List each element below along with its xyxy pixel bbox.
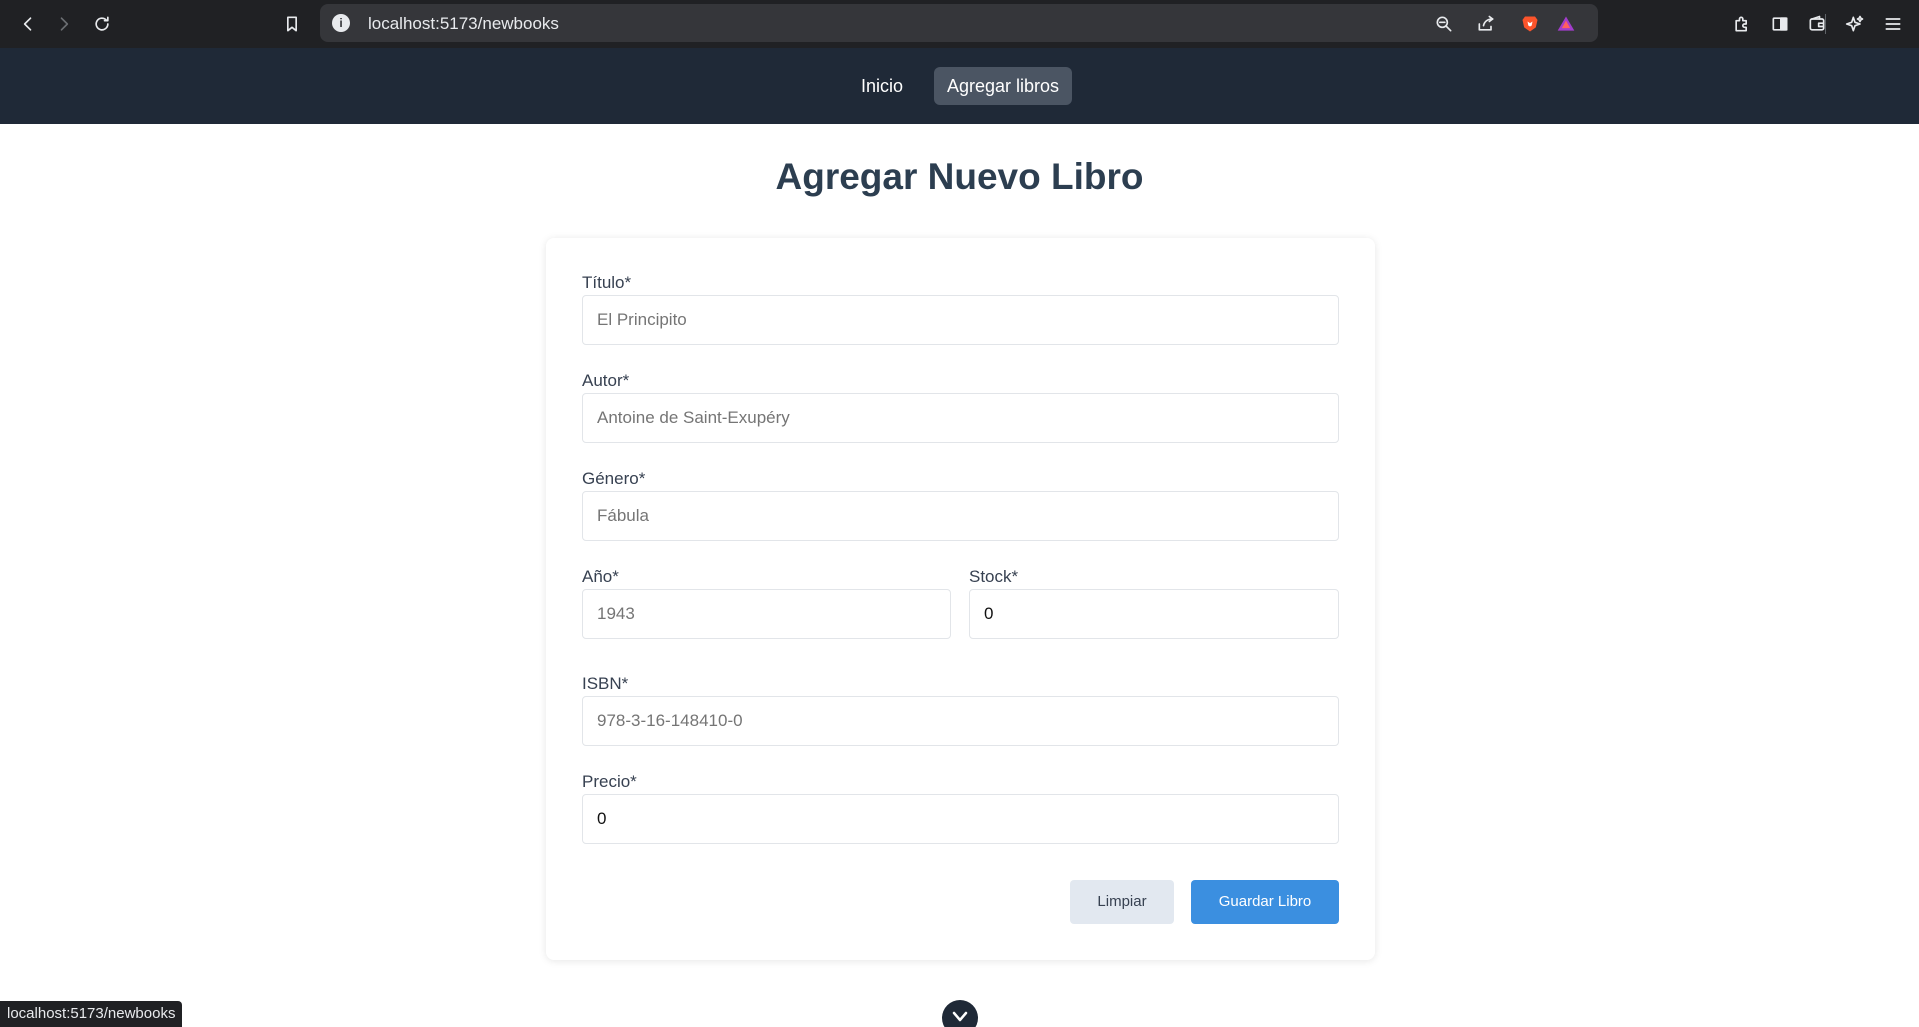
nav-link-agregar-libros[interactable]: Agregar libros	[934, 67, 1073, 105]
clear-button[interactable]: Limpiar	[1070, 880, 1174, 924]
autor-input[interactable]: Antoine de Saint-Exupéry	[582, 393, 1339, 443]
stock-input[interactable]: 0	[969, 589, 1339, 639]
isbn-input[interactable]: 978-3-16-148410-0	[582, 696, 1339, 746]
wallet-button[interactable]	[1803, 10, 1831, 38]
browser-toolbar: i localhost:5173/newbooks	[0, 0, 1919, 48]
url-text: localhost:5173/newbooks	[368, 14, 559, 33]
autor-label: Autor*	[582, 371, 630, 390]
titulo-input[interactable]: El Principito	[582, 295, 1339, 345]
app-navbar: Inicio Agregar libros	[0, 48, 1919, 124]
chevron-down-icon	[952, 1011, 968, 1022]
isbn-label: ISBN*	[582, 674, 629, 693]
forward-arrow-icon	[60, 17, 69, 31]
share-button[interactable]	[1475, 13, 1497, 35]
sidebar-icon	[1772, 17, 1788, 31]
share-icon	[1478, 15, 1494, 31]
bookmark-button[interactable]	[278, 10, 306, 38]
book-form-card: Título* El Principito Autor* Antoine de …	[546, 238, 1375, 960]
site-info-icon[interactable]: i	[332, 14, 350, 32]
puzzle-icon	[1735, 16, 1747, 32]
forward-button[interactable]	[50, 10, 78, 38]
zoom-button[interactable]	[1433, 13, 1455, 35]
brave-lion-icon	[1522, 16, 1538, 32]
precio-label: Precio*	[582, 772, 637, 791]
leo-ai-button[interactable]	[1841, 10, 1869, 38]
status-bar-url: localhost:5173/newbooks	[0, 1001, 183, 1027]
brave-shields-button[interactable]	[1519, 13, 1541, 35]
reload-button[interactable]	[88, 10, 116, 38]
sidebar-button[interactable]	[1766, 10, 1794, 38]
address-bar[interactable]: i localhost:5173/newbooks	[320, 4, 1826, 42]
brave-rewards-button[interactable]	[1555, 13, 1577, 35]
stock-label: Stock*	[969, 567, 1019, 586]
precio-input[interactable]: 0	[582, 794, 1339, 844]
menu-button[interactable]	[1879, 10, 1907, 38]
scroll-down-button[interactable]	[942, 1000, 978, 1027]
page-title: Agregar Nuevo Libro	[775, 156, 1144, 197]
genero-input[interactable]: Fábula	[582, 491, 1339, 541]
back-arrow-icon	[23, 17, 32, 31]
reload-icon	[95, 16, 109, 31]
bookmark-icon	[287, 16, 297, 32]
extensions-button[interactable]	[1728, 10, 1756, 38]
nav-link-inicio[interactable]: Inicio	[848, 67, 916, 105]
wallet-icon	[1809, 15, 1825, 31]
rewards-triangle-icon	[1557, 16, 1575, 31]
back-button[interactable]	[14, 10, 42, 38]
sparkle-icon	[1845, 15, 1864, 32]
anio-label: Año*	[582, 567, 619, 586]
genero-label: Género*	[582, 469, 646, 488]
titulo-label: Título*	[582, 273, 632, 292]
anio-input[interactable]: 1943	[582, 589, 951, 639]
hamburger-menu-icon	[1885, 18, 1901, 30]
save-book-button[interactable]: Guardar Libro	[1191, 880, 1339, 924]
zoom-out-icon	[1436, 16, 1452, 32]
